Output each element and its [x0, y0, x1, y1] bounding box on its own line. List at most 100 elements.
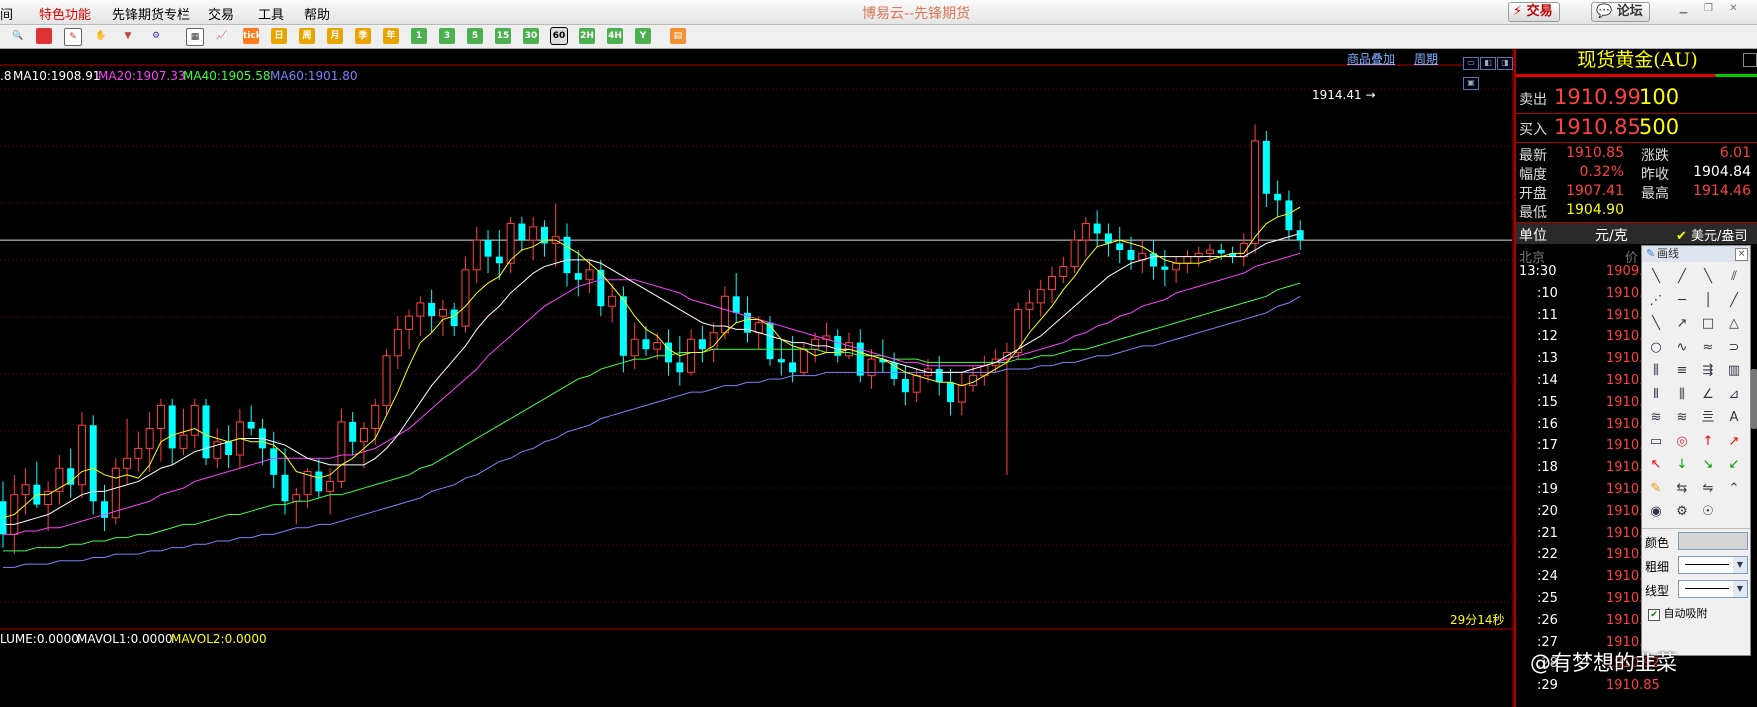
period-button-15[interactable]: 15 — [495, 28, 511, 44]
checkbox-icon[interactable]: ✔ — [1648, 609, 1660, 621]
forum-button[interactable]: 💬 论坛 — [1591, 2, 1650, 22]
tick-scrollbar[interactable] — [1751, 369, 1757, 429]
period-button-周[interactable]: 周 — [299, 28, 315, 44]
overlay-link[interactable]: 商品叠加 — [1347, 50, 1395, 67]
chevron-down-icon[interactable]: ▼ — [1733, 581, 1747, 597]
copy-icon[interactable] — [36, 28, 52, 44]
hand-icon[interactable]: ✋ — [93, 28, 109, 44]
period-button-年[interactable]: 年 — [383, 28, 399, 44]
triangle-tool-icon[interactable]: △ — [1723, 313, 1745, 335]
wave-tool-icon[interactable]: ∿ — [1671, 337, 1693, 359]
arc-tool-icon[interactable]: ≈ — [1697, 337, 1719, 359]
angle-line-tool-icon[interactable]: ∠ — [1697, 384, 1719, 406]
rectangle-tool-icon[interactable]: □ — [1697, 313, 1719, 335]
menu-item-0[interactable]: 间 — [0, 4, 13, 23]
hline-tool-icon[interactable]: ─ — [1671, 290, 1693, 312]
trade-button[interactable]: ⚡ 交易 — [1508, 2, 1560, 22]
angle-tool-icon[interactable]: ╲ — [1645, 313, 1667, 335]
up-arrow-tool-icon[interactable]: ↑ — [1697, 431, 1719, 453]
auto-snap-checkbox[interactable]: ✔ 自动吸附 — [1648, 605, 1708, 621]
parallel-tool-icon[interactable]: ⫽ — [1723, 266, 1745, 288]
eye-tool-icon[interactable]: ◉ — [1645, 501, 1667, 523]
width-select[interactable]: ▼ — [1678, 556, 1748, 574]
gann-grid-tool-icon[interactable]: ▥ — [1723, 360, 1745, 382]
trend-tool-icon[interactable]: ╱ — [1723, 290, 1745, 312]
period-button-tick[interactable]: tick — [243, 28, 259, 44]
ellipse-tool-icon[interactable]: ○ — [1645, 337, 1667, 359]
calendar-icon[interactable]: ▤ — [670, 28, 686, 44]
ruler-tool-icon[interactable]: ▭ — [1645, 431, 1667, 453]
pen-icon[interactable]: ✎ — [64, 28, 82, 46]
period-button-5[interactable]: 5 — [467, 28, 483, 44]
period-button-60[interactable]: 60 — [550, 27, 568, 45]
period-button-30[interactable]: 30 — [523, 28, 539, 44]
chart-area[interactable]: .8 MA10:1908.91 MA20:1907.33 MA40:1905.58 MA… — [0, 49, 1514, 707]
period-button-4H[interactable]: 4H — [607, 28, 623, 44]
line-tool-icon[interactable]: ╲ — [1645, 266, 1667, 288]
period-button-季[interactable]: 季 — [355, 28, 371, 44]
layout-icon-3[interactable]: ◨ — [1497, 57, 1513, 70]
period-link[interactable]: 周期 — [1414, 50, 1438, 67]
period-button-1[interactable]: 1 — [411, 28, 427, 44]
swap-tool-icon[interactable]: ⇆ — [1671, 478, 1693, 500]
period-button-2H[interactable]: 2H — [579, 28, 595, 44]
ray-tool-icon[interactable]: ╱ — [1671, 266, 1693, 288]
arrow-line-tool-icon[interactable]: ↗ — [1671, 313, 1693, 335]
fib-time-tool-icon[interactable]: ⫼ — [1645, 360, 1667, 382]
close-icon[interactable]: × — [1735, 248, 1748, 261]
period-button-月[interactable]: 月 — [327, 28, 343, 44]
unit-value[interactable]: 元/克 — [1595, 225, 1628, 245]
gann-fan-tool-icon[interactable]: ≋ — [1671, 407, 1693, 429]
fib-fan-tool-icon[interactable]: ⇶ — [1697, 360, 1719, 382]
layout-icon-4[interactable]: ▣ — [1463, 77, 1479, 90]
menu-item-3[interactable]: 交易 — [208, 4, 234, 23]
vline-tool-icon[interactable]: │ — [1697, 290, 1719, 312]
period-button-日[interactable]: 日 — [271, 28, 287, 44]
period-lines-tool-icon[interactable]: ⫴ — [1645, 384, 1667, 406]
search-icon[interactable]: 🔍 — [10, 28, 26, 44]
target-tool-icon[interactable]: ◎ — [1671, 431, 1693, 453]
period-button-3[interactable]: 3 — [439, 28, 455, 44]
up-left-arrow-tool-icon[interactable]: ↖ — [1645, 454, 1667, 476]
style-select[interactable]: ▼ — [1678, 580, 1748, 598]
segment-tool-icon[interactable]: ╲ — [1697, 266, 1719, 288]
cycle-tool-icon[interactable]: ⊃ — [1723, 337, 1745, 359]
menu-item-4[interactable]: 工具 — [258, 4, 284, 23]
speed-lines-tool-icon[interactable]: ≋ — [1645, 407, 1667, 429]
right-triangle-tool-icon[interactable]: ⊿ — [1723, 384, 1745, 406]
filter-icon[interactable]: ▼ — [120, 28, 136, 44]
menu-item-5[interactable]: 帮助 — [304, 4, 330, 23]
color-picker[interactable] — [1678, 532, 1748, 550]
andrews-tool-icon[interactable]: 亖 — [1697, 407, 1719, 429]
table-icon[interactable]: ▦ — [186, 28, 204, 46]
collapse-tool-icon[interactable]: ⌃ — [1723, 478, 1745, 500]
up-right-arrow-tool-icon[interactable]: ↗ — [1723, 431, 1745, 453]
down-right-arrow-tool-icon[interactable]: ↘ — [1697, 454, 1719, 476]
chart-icon[interactable]: 📈 — [214, 28, 230, 44]
close-icon[interactable]: ✕ — [1725, 2, 1742, 16]
down-left-arrow-tool-icon[interactable]: ↙ — [1723, 454, 1745, 476]
chevron-down-icon[interactable]: ▼ — [1733, 557, 1747, 573]
channel-tool-icon[interactable]: ⋰ — [1645, 290, 1667, 312]
flip-tool-icon[interactable]: ⇋ — [1697, 478, 1719, 500]
layout-buttons[interactable]: ▭ ◧ ◨ ▣ — [1463, 50, 1514, 90]
settings-tool-icon[interactable]: ⚙ — [1671, 501, 1693, 523]
period-button-Y[interactable]: Y — [635, 28, 651, 44]
currency-toggle[interactable]: ✔ 美元/盎司 — [1676, 225, 1747, 244]
minimize-icon[interactable]: ▁ — [1675, 2, 1692, 16]
panel-toggle-icon[interactable] — [1743, 53, 1757, 67]
eraser-tool-icon[interactable]: ✎ — [1645, 478, 1667, 500]
visibility-tool-icon[interactable]: ☉ — [1697, 501, 1719, 523]
network-icon[interactable]: ⚙ — [148, 28, 164, 44]
layout-icon-2[interactable]: ◧ — [1480, 57, 1496, 70]
layout-icon-1[interactable]: ▭ — [1463, 57, 1479, 70]
down-arrow-tool-icon[interactable]: ↓ — [1671, 454, 1693, 476]
fib-extension-tool-icon[interactable]: ⫼ — [1671, 384, 1693, 406]
candlestick-chart[interactable] — [0, 49, 1514, 707]
menu-item-2[interactable]: 先锋期货专栏 — [112, 4, 190, 23]
restore-icon[interactable]: ❐ — [1700, 2, 1717, 16]
fib-level-tool-icon[interactable]: ≡ — [1671, 360, 1693, 382]
text-tool-icon[interactable]: A — [1723, 407, 1745, 429]
menu-item-1[interactable]: 特色功能 — [39, 4, 91, 23]
blank-tool-icon[interactable] — [1723, 501, 1745, 523]
